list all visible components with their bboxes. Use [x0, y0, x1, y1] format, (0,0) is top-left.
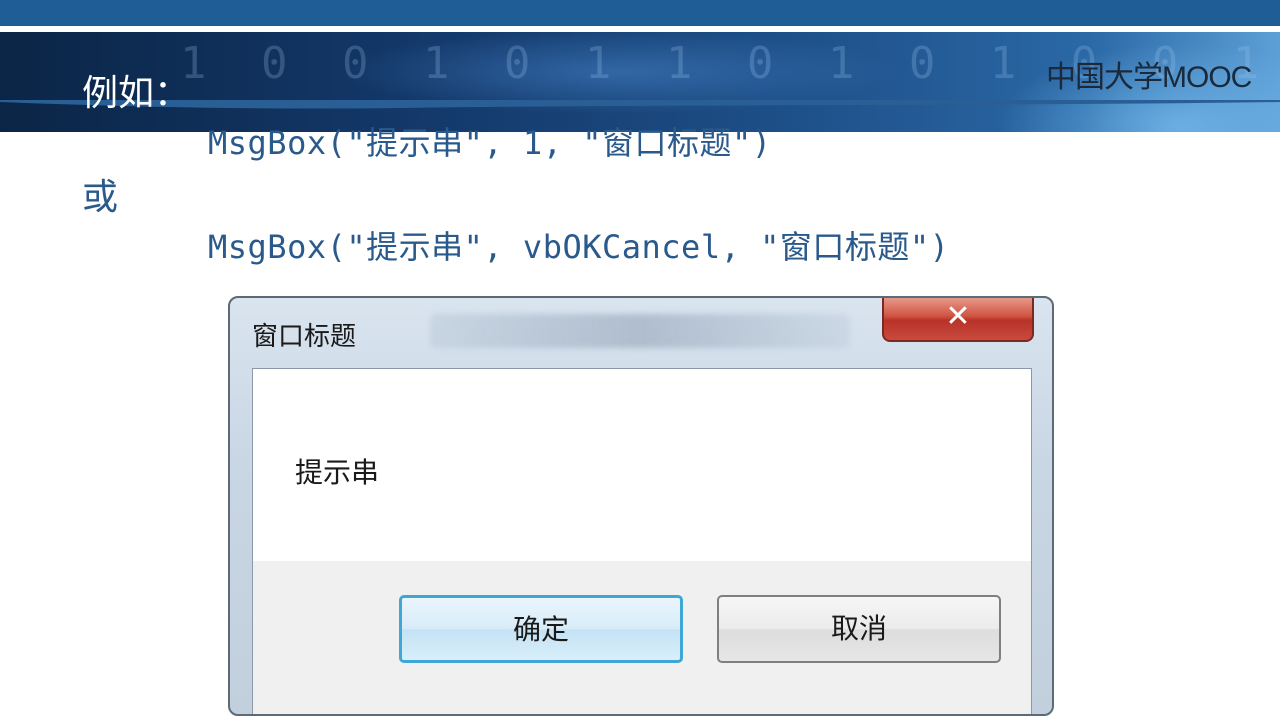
- dialog-title: 窗口标题: [252, 322, 357, 352]
- mooc-logo: 中国大学MOOC: [1046, 61, 1252, 94]
- slide: 1 0 0 1 0 1 1 0 1 0 1 0 0 1 1 中国大学MOOC 例…: [0, 0, 1280, 720]
- or-label: 或: [82, 177, 119, 218]
- close-x-icon: ✕: [945, 299, 971, 334]
- code-example-2: MsgBox("提示串", vbOKCancel, "窗口标题"): [208, 228, 950, 266]
- blurred-background-text: [430, 314, 850, 348]
- message-area: 提示串: [253, 369, 1031, 561]
- cancel-button-label: 取消: [830, 612, 887, 645]
- slide-heading: 例如：: [82, 73, 191, 114]
- dialog-body: 提示串 确定 取消: [252, 368, 1032, 714]
- ok-button-label: 确定: [512, 613, 569, 646]
- dialog-titlebar[interactable]: 窗口标题 ✕: [230, 298, 1052, 368]
- msgbox-dialog: 窗口标题 ✕ 提示串 确定 取消: [228, 296, 1054, 716]
- cancel-button[interactable]: 取消: [717, 595, 1001, 663]
- close-button[interactable]: ✕: [882, 298, 1034, 342]
- ok-button[interactable]: 确定: [399, 595, 683, 663]
- button-area: 确定 取消: [253, 561, 1031, 714]
- code-example-1: MsgBox("提示串", 1, "窗口标题"): [208, 124, 772, 162]
- message-text: 提示串: [295, 456, 380, 489]
- top-strip: [0, 0, 1280, 26]
